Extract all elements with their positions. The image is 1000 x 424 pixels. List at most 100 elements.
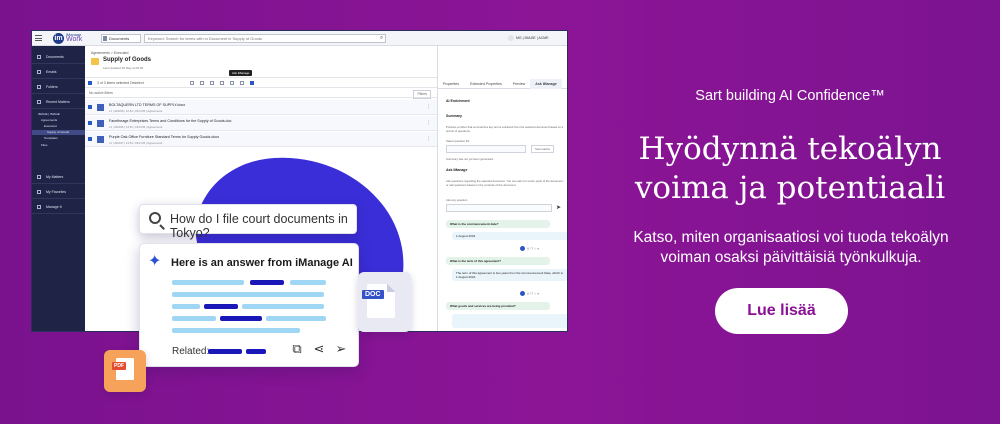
selection-toolbar: 3 of 3 items selected Deselect: [85, 77, 437, 88]
text-placeholder-highlight: [220, 316, 262, 321]
tree-item[interactable]: Executed: [32, 124, 85, 129]
table-row[interactable]: Facetheage Enterprises Terms and Conditi…: [85, 116, 437, 131]
search-icon[interactable]: ⌕: [377, 34, 386, 43]
answer-bubble: 1 August 2023: [452, 232, 567, 240]
question-list-select[interactable]: [446, 145, 526, 153]
logo-line2: Work: [66, 36, 83, 43]
related-label: Related:: [172, 346, 210, 357]
copy-icon[interactable]: [190, 81, 194, 85]
refresh-icon[interactable]: [520, 246, 525, 251]
user-menu[interactable]: MG | IMAGE | ACME: [508, 34, 549, 42]
folder-icon: [91, 58, 99, 65]
related-link[interactable]: [246, 349, 266, 354]
move-icon[interactable]: [210, 81, 214, 85]
text-placeholder-line: [290, 280, 326, 285]
body-line2: voiman osaksi päivittäisiä työnkulkuja.: [660, 249, 922, 266]
doc-title[interactable]: Facetheage Enterprises Terms and Conditi…: [109, 119, 232, 123]
sidebar-label: Folders: [46, 85, 58, 89]
row-checkbox[interactable]: [88, 137, 92, 141]
star-icon[interactable]: [240, 81, 244, 85]
sidebar-item-my-matters[interactable]: My Matters: [32, 170, 85, 184]
sidebar-item-my-favorites[interactable]: My Favorites: [32, 185, 85, 199]
refresh-icon[interactable]: [520, 291, 525, 296]
ask-question-input[interactable]: [446, 204, 552, 212]
doc-meta: v1 | 402345 | 12:51 | 15/3 KB | Agreemen…: [109, 109, 163, 113]
send-icon[interactable]: ➤: [556, 204, 561, 211]
copy-icon[interactable]: ⧉ ⟳ ☆ ⊞: [527, 291, 539, 295]
menu-icon[interactable]: [35, 35, 42, 41]
section-summary[interactable]: Summary: [446, 114, 462, 118]
search-input[interactable]: Keyword: Search for terms with in Docume…: [144, 34, 386, 43]
tree-item[interactable]: Agreements: [32, 118, 85, 123]
summarize-button[interactable]: Summarize: [531, 145, 555, 153]
body-line1: Katso, miten organisaatiosi voi tuoda te…: [633, 229, 949, 246]
section-ask-imanage[interactable]: Ask iManage: [446, 168, 467, 172]
sidebar-label: My Matters: [46, 175, 64, 179]
tree-item-selected[interactable]: Supply of Goods: [32, 130, 85, 135]
promo-banner: im iManage Work Documents Keyword: Searc…: [0, 0, 1000, 424]
doc-meta: v1 | 402346 | 14:51 | 12/6 KB | Agreemen…: [109, 125, 163, 129]
doc-badge: DOC: [362, 290, 384, 299]
scope-label: Documents: [109, 36, 130, 41]
select-all-checkbox[interactable]: [88, 81, 92, 85]
selection-count[interactable]: 3 of 3 items selected Deselect: [97, 81, 144, 85]
tab-preview[interactable]: Preview: [508, 79, 530, 89]
row-checkbox[interactable]: [88, 105, 92, 109]
avatar: [508, 35, 514, 42]
scope-select[interactable]: Documents: [101, 34, 141, 43]
body-copy: Katso, miten organisaatiosi voi tuoda te…: [610, 228, 972, 268]
word-doc-icon: [97, 120, 104, 127]
share-icon[interactable]: [200, 81, 204, 85]
tab-properties[interactable]: Properties: [438, 79, 464, 89]
tree-item[interactable]: Files: [32, 143, 85, 148]
more-icon[interactable]: ⋮: [426, 120, 431, 126]
logo-text: iManage Work: [66, 32, 83, 43]
doc-file-tile: DOC: [358, 272, 411, 332]
download-icon[interactable]: [220, 81, 224, 85]
table-row[interactable]: BOLTAQUERN LTD TERMS OF SUPPLY.docx v1 |…: [85, 100, 437, 115]
grid-icon[interactable]: [250, 81, 254, 85]
user-label: MG | IMAGE | ACME: [516, 36, 549, 40]
sidebar-item-recent-matters[interactable]: Recent Matters: [32, 95, 85, 109]
text-placeholder-line: [172, 292, 324, 297]
row-checkbox[interactable]: [88, 121, 92, 125]
sidebar-item-folders[interactable]: Folders: [32, 80, 85, 94]
related-link[interactable]: [208, 349, 242, 354]
text-placeholder-line: [242, 304, 324, 309]
mail-icon: [37, 70, 41, 74]
section-ai-enrichment[interactable]: AI Enrichment: [446, 99, 470, 103]
answer-actions: ⧉ ⟳ ☆ ⊞: [520, 246, 539, 252]
copy-icon[interactable]: ⧉ ⟳ ☆ ⊞: [527, 246, 539, 250]
tree-item[interactable]: Templates: [32, 136, 85, 141]
tree-item[interactable]: IMAGE | IMAGE: [32, 112, 85, 117]
sidebar-label: Emails: [46, 70, 57, 74]
sidebar-item-documents[interactable]: Documents: [32, 50, 85, 64]
document-icon: [103, 36, 107, 41]
more-icon[interactable]: ⋮: [426, 104, 431, 110]
ai-search-box[interactable]: How do I file court documents in Tokyo?: [139, 204, 357, 240]
ai-answer-card: ✦ Here is an answer from iManage AI Rela…: [139, 243, 359, 367]
read-more-button[interactable]: Lue lisää: [715, 288, 848, 334]
sidebar-label: Documents: [46, 55, 64, 59]
sparkle-icon: ✦: [148, 253, 162, 270]
share-icon[interactable]: ⋖: [312, 342, 326, 356]
more-icon[interactable]: ⋮: [426, 136, 431, 142]
breadcrumb[interactable]: Agreements > Executed: [91, 51, 128, 55]
summary-empty: Summary has not yet been generated.: [446, 157, 494, 161]
tooltip: Ask iManage: [229, 70, 253, 76]
search-query: How do I file court documents in Tokyo?: [170, 212, 348, 240]
doc-title[interactable]: Purple Oak Office Furniture Standard Ter…: [109, 135, 219, 139]
answer-title: Here is an answer from iManage AI: [171, 257, 353, 269]
sidebar-item-emails[interactable]: Emails: [32, 65, 85, 79]
table-row[interactable]: Purple Oak Office Furniture Standard Ter…: [85, 132, 437, 147]
doc-title[interactable]: BOLTAQUERN LTD TERMS OF SUPPLY.docx: [109, 103, 185, 107]
tab-extended-properties[interactable]: Extended Properties: [464, 79, 508, 89]
folder-updated: Last Updated 28 May at 09:05: [103, 66, 144, 70]
tab-ask-imanage[interactable]: Ask iManage: [530, 79, 562, 89]
send-icon[interactable]: ➢: [334, 342, 348, 356]
copy-icon[interactable]: ⧉: [290, 342, 304, 356]
sidebar-item-manage-it[interactable]: Manage It: [32, 200, 85, 214]
filters-button[interactable]: Filters: [413, 90, 431, 99]
ask-imanage-icon[interactable]: [230, 81, 234, 85]
text-placeholder-line: [172, 280, 244, 285]
